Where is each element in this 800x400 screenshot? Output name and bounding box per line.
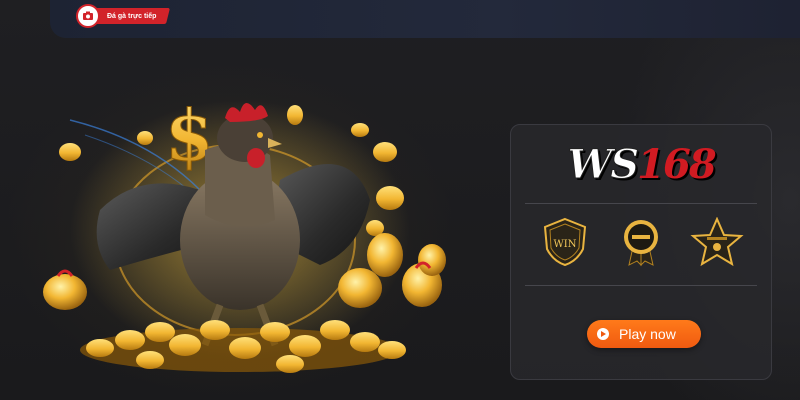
play-now-label: Play now	[619, 326, 676, 342]
brand-logo-number: 168	[637, 140, 716, 188]
play-icon	[597, 328, 609, 340]
brand-logo-ws: WS	[567, 140, 640, 188]
live-badge-label: Đá gà trực tiếp	[107, 12, 157, 20]
camera-icon	[76, 4, 100, 28]
hero-illustration: $	[30, 80, 470, 380]
divider	[525, 203, 757, 204]
brand-logo: WS168	[511, 137, 771, 191]
win-badge-text: WIN	[554, 239, 577, 250]
divider	[525, 285, 757, 286]
award-badges: WIN	[511, 216, 771, 267]
win-shield-icon: WIN	[537, 217, 593, 267]
premium-star-icon	[689, 216, 745, 267]
guarantee-medal-icon	[613, 217, 669, 267]
brand-card: WS168 WIN Play now	[510, 124, 772, 380]
live-cockfight-badge[interactable]: Đá gà trực tiếp	[76, 4, 170, 28]
play-now-button[interactable]: Play now	[587, 320, 701, 348]
